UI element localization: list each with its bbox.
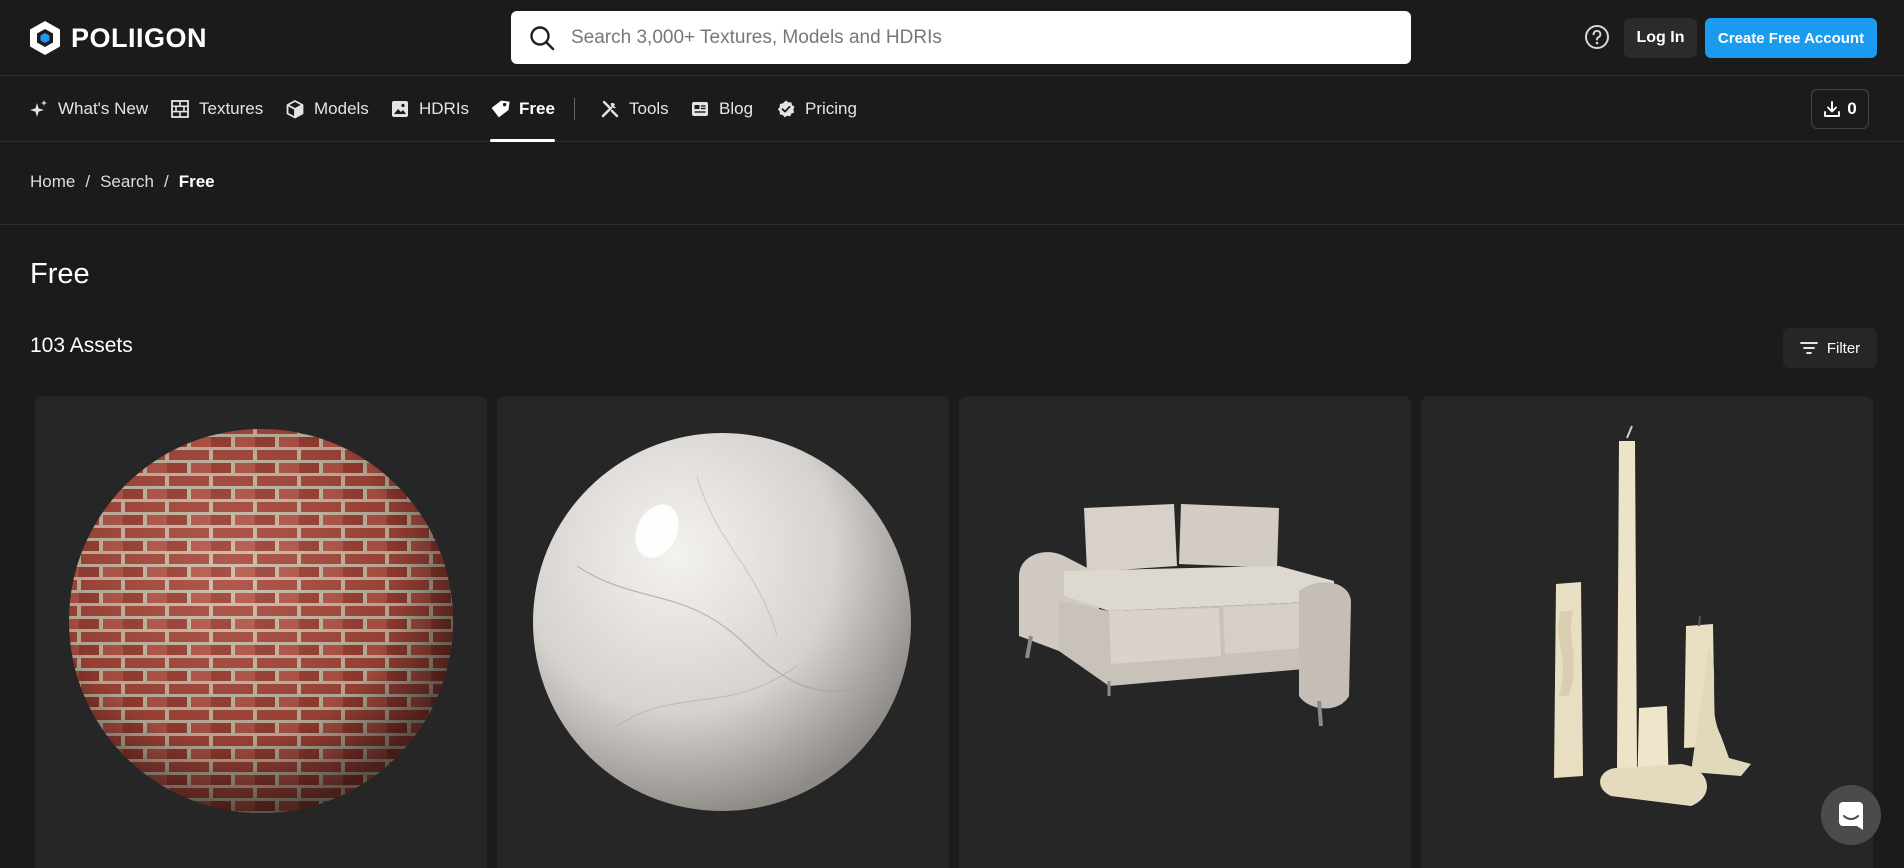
chat-icon (1839, 802, 1863, 830)
asset-card[interactable] (1421, 396, 1873, 868)
tools-icon (601, 100, 619, 118)
downloads-count: 0 (1847, 99, 1857, 118)
search-input[interactable] (571, 26, 1391, 49)
breadcrumb-bar: Home / Search / Free (0, 142, 1904, 225)
download-icon (1824, 101, 1841, 117)
nav-item-free[interactable]: Free (490, 76, 555, 142)
nav-label-hdris: HDRIs (419, 99, 470, 118)
marble-texture-sphere-image (533, 433, 911, 811)
brick-texture-sphere-image (69, 429, 453, 813)
top-bar: POLIIGON Log In Create Free Account (0, 0, 1904, 76)
login-button[interactable]: Log In (1624, 18, 1697, 58)
search-box[interactable] (511, 11, 1411, 64)
breadcrumb-search[interactable]: Search (100, 172, 154, 192)
nav-divider (574, 98, 575, 120)
nav-label-pricing: Pricing (805, 99, 857, 118)
sparkle-icon (30, 100, 47, 117)
breadcrumb-separator: / (163, 172, 169, 191)
nav-item-models[interactable]: Models (285, 76, 369, 142)
nav-item-blog[interactable]: Blog (690, 76, 753, 142)
breadcrumb-home[interactable]: Home (30, 172, 75, 192)
nav-item-hdris[interactable]: HDRIs (390, 76, 469, 142)
nav-item-pricing[interactable]: Pricing (776, 76, 857, 142)
asset-card[interactable] (959, 396, 1411, 868)
brand-name: POLIIGON (71, 22, 208, 53)
poliigon-logo[interactable]: POLIIGON (29, 20, 207, 56)
asset-count: 103 Assets (30, 334, 133, 357)
filter-icon (1799, 342, 1818, 354)
nav-label-blog: Blog (719, 99, 754, 118)
nav-label-free: Free (519, 99, 555, 118)
nav-label-tools: Tools (629, 99, 669, 118)
downloads-button[interactable]: 0 (1811, 89, 1869, 129)
tag-icon (491, 100, 510, 118)
main-nav: What's New Textures Models HDRIs Free To… (0, 76, 1904, 142)
asset-card[interactable] (35, 396, 487, 868)
breadcrumb: Home / Search / Free (30, 172, 215, 192)
nav-label-textures: Textures (199, 99, 264, 118)
question-circle-icon[interactable] (1584, 24, 1610, 50)
nav-label-whats-new: What's New (58, 99, 149, 118)
newspaper-icon (692, 102, 708, 116)
poliigon-logo-icon (30, 21, 60, 55)
breadcrumb-separator: / (85, 172, 91, 191)
filter-button[interactable]: Filter (1783, 328, 1877, 368)
nav-item-textures[interactable]: Textures (170, 76, 263, 142)
badge-check-icon (777, 100, 795, 118)
nav-label-models: Models (314, 99, 369, 118)
create-account-button[interactable]: Create Free Account (1705, 18, 1877, 58)
image-icon (392, 101, 408, 117)
asset-card[interactable] (497, 396, 949, 868)
nav-item-tools[interactable]: Tools (600, 76, 669, 142)
brick-grid-icon (171, 100, 189, 118)
sofa-model-image (1019, 504, 1351, 727)
search-icon (530, 25, 555, 50)
candles-model-image (1554, 425, 1751, 806)
filter-label: Filter (1826, 339, 1861, 357)
page-title: Free (30, 258, 90, 290)
nav-item-whats-new[interactable]: What's New (29, 76, 148, 142)
chat-launcher-button[interactable] (1821, 785, 1881, 845)
cube-icon (286, 100, 304, 119)
breadcrumb-current: Free (178, 172, 215, 191)
